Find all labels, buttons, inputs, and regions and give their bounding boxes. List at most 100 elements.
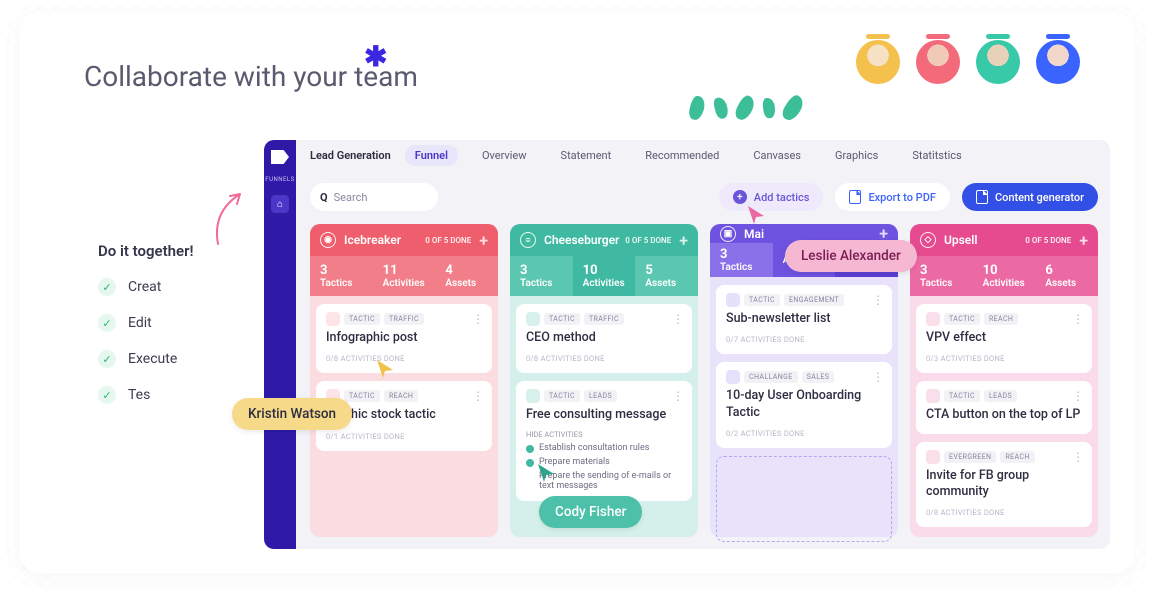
checklist-panel: Do it together! ✓ Creat ✓ Edit ✓ Execute… bbox=[98, 242, 194, 422]
card-title: 10-day User Onboarding Tactic bbox=[726, 388, 882, 421]
more-icon[interactable]: ⋮ bbox=[672, 389, 684, 403]
burger-icon: ≡ bbox=[520, 232, 536, 248]
app-sidebar: FUNNELS ⌂ bbox=[264, 140, 296, 549]
cursor-icon bbox=[375, 358, 395, 380]
column-header[interactable]: ≡Cheeseburger 0 OF 5 DONE+ bbox=[510, 224, 698, 256]
collaborator-chip: Kristin Watson bbox=[232, 398, 352, 430]
tactic-card[interactable]: ⋮ TACTICENGAGEMENT Sub-newsletter list 0… bbox=[716, 285, 892, 354]
sidebar-label: FUNNELS bbox=[265, 176, 294, 183]
button-label: Add tactics bbox=[754, 191, 810, 204]
more-icon[interactable]: ⋮ bbox=[672, 312, 684, 326]
more-icon[interactable]: ⋮ bbox=[872, 370, 884, 384]
checklist-item: ✓ Execute bbox=[98, 350, 194, 368]
search-placeholder: Search bbox=[334, 191, 368, 204]
tactic-card[interactable]: ⋮ CHALLANGESALES 10-day User Onboarding … bbox=[716, 362, 892, 448]
card-icon bbox=[526, 312, 540, 326]
app-window: FUNNELS ⌂ Lead Generation Funnel Overvie… bbox=[264, 140, 1110, 549]
card-sub: 0/7 ACTIVITIES DONE bbox=[726, 335, 882, 344]
column-progress: 0 OF 5 DONE bbox=[1025, 236, 1071, 245]
content-generator-button[interactable]: Content generator bbox=[962, 183, 1098, 211]
toolbar: Q Search + Add tactics Export to PDF Con… bbox=[310, 180, 1098, 214]
arrow-decor bbox=[210, 182, 260, 262]
checklist-item: ✓ Edit bbox=[98, 314, 194, 332]
tactic-card[interactable]: ⋮ EVERGREENREACH Invite for FB group com… bbox=[916, 442, 1092, 528]
checklist-item: ✓ Creat bbox=[98, 278, 194, 296]
activities-toggle[interactable]: HIDE ACTIVITIES bbox=[526, 430, 682, 439]
card-icon bbox=[726, 370, 740, 384]
card-icon bbox=[926, 450, 940, 464]
card-sub: 0/3 ACTIVITIES DONE bbox=[926, 354, 1082, 363]
add-icon[interactable]: + bbox=[479, 231, 488, 250]
tactic-card[interactable]: ⋮ TACTICREACH VPV effect 0/3 ACTIVITIES … bbox=[916, 304, 1092, 373]
add-card-placeholder[interactable] bbox=[716, 456, 892, 542]
more-icon[interactable]: ⋮ bbox=[472, 312, 484, 326]
column-progress: 0 OF 5 DONE bbox=[625, 236, 671, 245]
button-label: Content generator bbox=[995, 191, 1084, 204]
activity-item: Establish consultation rules bbox=[539, 443, 649, 453]
card-title: VPV effect bbox=[926, 330, 1082, 346]
card-icon bbox=[926, 389, 940, 403]
collaborator-chip: Leslie Alexander bbox=[785, 240, 917, 272]
button-label: Export to PDF bbox=[868, 191, 936, 204]
flame-icon: ◉ bbox=[320, 232, 336, 248]
tag-icon: ◇ bbox=[920, 232, 936, 248]
card-title: Invite for FB group community bbox=[926, 468, 1082, 501]
export-pdf-button[interactable]: Export to PDF bbox=[835, 183, 950, 211]
column-upsell: ◇Upsell 0 OF 5 DONE+ 3Tactics 10Activiti… bbox=[910, 224, 1098, 537]
tactic-card[interactable]: ⋮ TACTICTRAFFIC Infographic post 0/8 ACT… bbox=[316, 304, 492, 373]
collaborator-chip: Cody Fisher bbox=[539, 496, 642, 528]
tab-graphics[interactable]: Graphics bbox=[825, 145, 888, 166]
card-title: CTA button on the top of LP bbox=[926, 407, 1082, 423]
document-icon bbox=[976, 190, 988, 204]
avatar[interactable] bbox=[976, 40, 1020, 84]
stage: Collaborate with your team ✱ Do it toget… bbox=[20, 12, 1134, 573]
checklist-item: ✓ Tes bbox=[98, 386, 194, 404]
tactic-card[interactable]: ⋮ TACTICTRAFFIC CEO method 0/8 ACTIVITIE… bbox=[516, 304, 692, 373]
cursor-icon bbox=[746, 204, 766, 226]
tab-funnel[interactable]: Funnel bbox=[405, 145, 458, 166]
check-icon: ✓ bbox=[98, 278, 116, 296]
asterisk-decor: ✱ bbox=[364, 40, 387, 73]
more-icon[interactable]: ⋮ bbox=[1072, 450, 1084, 464]
search-icon: Q bbox=[320, 191, 328, 204]
tab-statistics[interactable]: Statitstics bbox=[902, 145, 971, 166]
avatar[interactable] bbox=[916, 40, 960, 84]
breadcrumb: Lead Generation bbox=[310, 149, 391, 162]
tab-overview[interactable]: Overview bbox=[472, 145, 537, 166]
card-sub: 0/8 ACTIVITIES DONE bbox=[926, 508, 1082, 517]
avatar[interactable] bbox=[856, 40, 900, 84]
home-icon[interactable]: ⌂ bbox=[271, 195, 289, 213]
add-tactics-button[interactable]: + Add tactics bbox=[719, 183, 824, 211]
more-icon[interactable]: ⋮ bbox=[872, 293, 884, 307]
card-icon bbox=[926, 312, 940, 326]
column-cheeseburger: ≡Cheeseburger 0 OF 5 DONE+ 3Tactics 10Ac… bbox=[510, 224, 698, 537]
column-stats: 3Tactics 11Activities 4Assets bbox=[310, 256, 498, 296]
checklist-heading: Do it together! bbox=[98, 242, 194, 260]
card-icon bbox=[326, 312, 340, 326]
check-icon: ✓ bbox=[98, 386, 116, 404]
tab-recommended[interactable]: Recommended bbox=[635, 145, 729, 166]
tab-canvases[interactable]: Canvases bbox=[743, 145, 811, 166]
card-sub: 0/2 ACTIVITIES DONE bbox=[726, 429, 882, 438]
tab-statement[interactable]: Statement bbox=[551, 145, 622, 166]
add-icon[interactable]: + bbox=[1079, 231, 1088, 250]
column-icebreaker: ◉Icebreaker 0 OF 5 DONE+ 3Tactics 11Acti… bbox=[310, 224, 498, 537]
column-header[interactable]: ◉Icebreaker 0 OF 5 DONE+ bbox=[310, 224, 498, 256]
collaborator-avatars bbox=[856, 40, 1080, 84]
column-header[interactable]: ◇ Upsell 0 OF 5 DONE + bbox=[910, 224, 1098, 256]
tactic-card[interactable]: ⋮ TACTICLEADS CTA button on the top of L… bbox=[916, 381, 1092, 433]
avatar[interactable] bbox=[1036, 40, 1080, 84]
column-title: Upsell bbox=[944, 233, 978, 247]
logo-icon[interactable] bbox=[271, 150, 289, 164]
add-icon[interactable]: + bbox=[679, 231, 688, 250]
decor-blobs bbox=[690, 96, 800, 120]
column-progress: 0 OF 5 DONE bbox=[425, 236, 471, 245]
activity-item: Prepare the sending of e-mails or text m… bbox=[539, 471, 682, 491]
more-icon[interactable]: ⋮ bbox=[1072, 312, 1084, 326]
card-sub: 0/8 ACTIVITIES DONE bbox=[526, 354, 682, 363]
checklist-label: Execute bbox=[128, 351, 177, 367]
more-icon[interactable]: ⋮ bbox=[1072, 389, 1084, 403]
more-icon[interactable]: ⋮ bbox=[472, 389, 484, 403]
search-input[interactable]: Q Search bbox=[310, 183, 438, 211]
checklist-label: Tes bbox=[128, 387, 150, 403]
